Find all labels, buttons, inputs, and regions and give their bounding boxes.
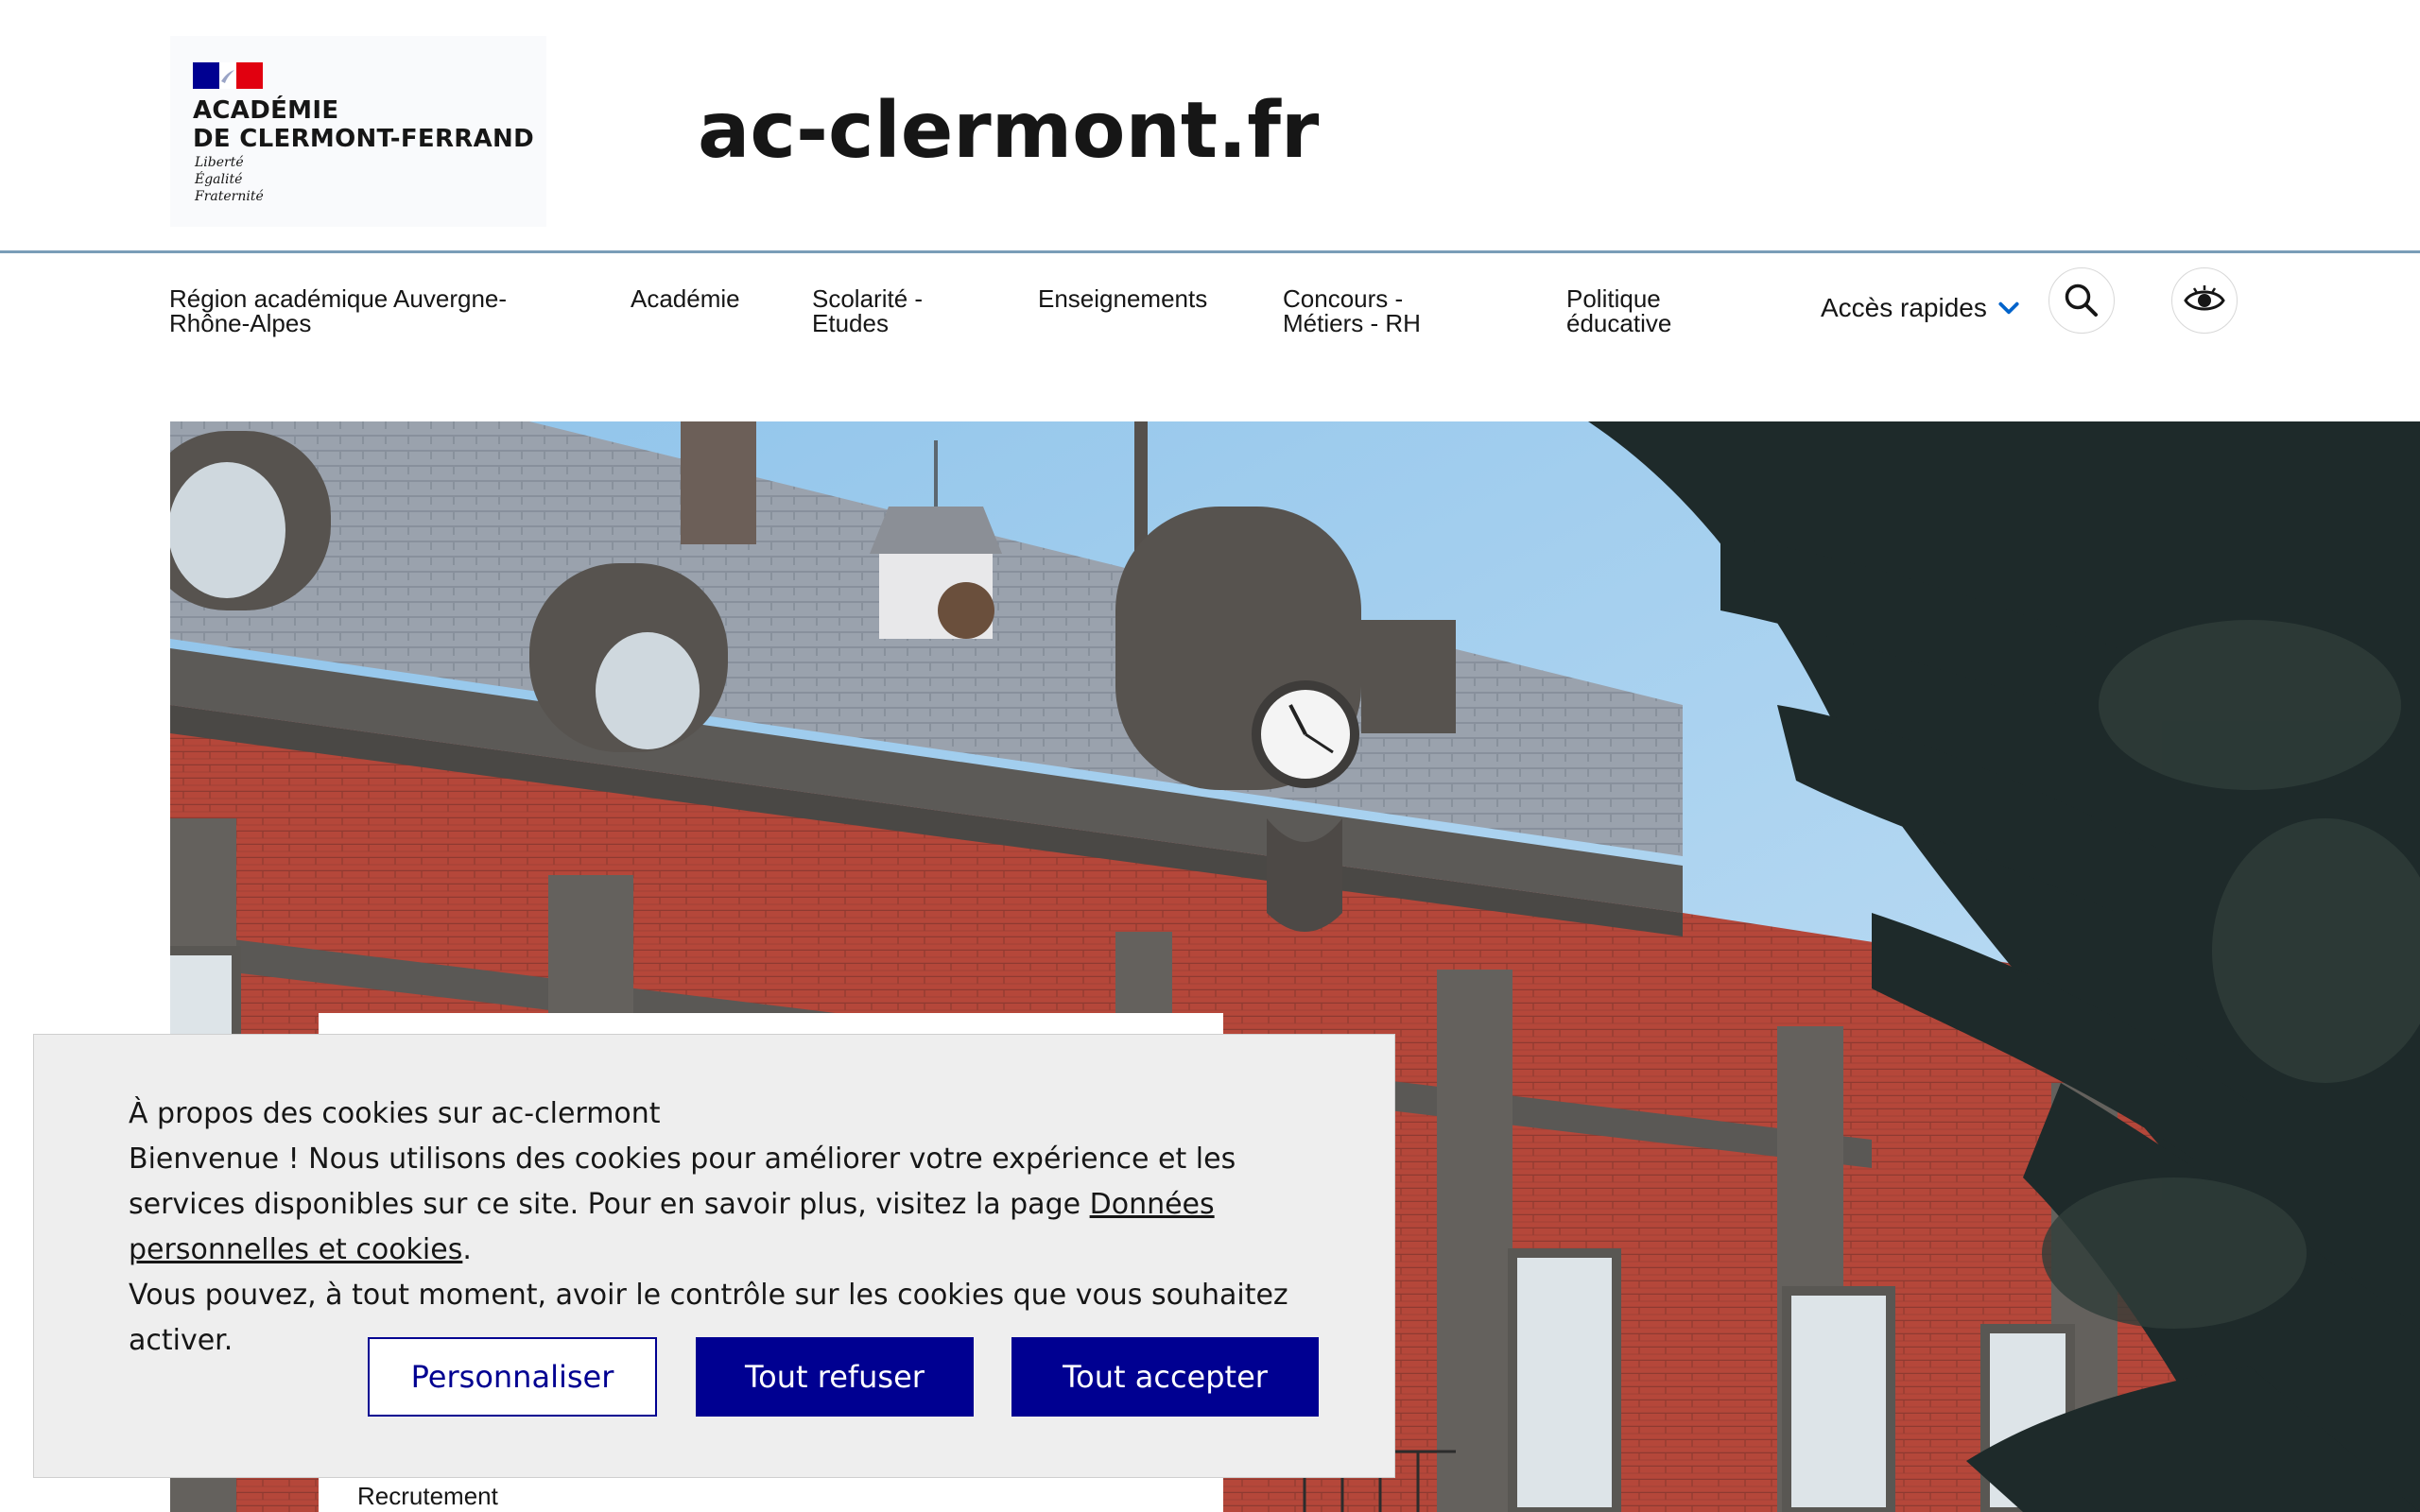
french-flag-icon <box>193 62 263 89</box>
academy-logo[interactable]: ACADÉMIE DE CLERMONT-FERRAND Liberté Éga… <box>170 36 546 227</box>
academy-name-line2: DE CLERMONT-FERRAND <box>193 125 534 153</box>
republic-motto: Liberté Égalité Fraternité <box>195 154 264 205</box>
cookie-body-text: Bienvenue ! Nous utilisons des cookies p… <box>129 1143 1236 1221</box>
site-header: ACADÉMIE DE CLERMONT-FERRAND Liberté Éga… <box>0 0 2420 253</box>
motto-egalite: Égalité <box>195 172 243 187</box>
cookie-banner-body: Bienvenue ! Nous utilisons des cookies p… <box>129 1137 1320 1273</box>
nav-item-label: Région académique Auvergne- <box>169 284 508 313</box>
nav-item-politique[interactable]: Politique éducative <box>1566 286 1671 335</box>
customize-cookies-button[interactable]: Personnaliser <box>368 1337 657 1417</box>
nav-item-label: Académie <box>631 284 740 313</box>
academy-name: ACADÉMIE DE CLERMONT-FERRAND <box>193 96 534 153</box>
cookie-body-punct: . <box>462 1233 472 1266</box>
quick-access-menu[interactable]: Accès rapides <box>1821 294 2021 322</box>
nav-item-label: Etudes <box>812 309 889 337</box>
quick-access-label: Accès rapides <box>1821 293 1987 322</box>
cookie-banner-text: À propos des cookies sur ac-clermont Bie… <box>129 1091 1320 1364</box>
nav-item-concours[interactable]: Concours - Métiers - RH <box>1283 286 1421 335</box>
search-icon <box>2065 284 2098 317</box>
cookie-banner-title: À propos des cookies sur ac-clermont <box>129 1097 661 1130</box>
motto-fraternite: Fraternité <box>195 189 264 204</box>
nav-item-enseignements[interactable]: Enseignements <box>1038 286 1207 311</box>
nav-item-label: Scolarité - <box>812 284 924 313</box>
refuse-all-cookies-button[interactable]: Tout refuser <box>696 1337 974 1417</box>
nav-item-region[interactable]: Région académique Auvergne- Rhône-Alpes <box>169 286 507 335</box>
eye-icon <box>2184 285 2225 311</box>
nav-item-scolarite[interactable]: Scolarité - Etudes <box>812 286 923 335</box>
nav-item-label: Concours - <box>1283 284 1404 313</box>
nav-item-academie[interactable]: Académie <box>631 286 740 311</box>
nav-item-label: Politique <box>1566 284 1661 313</box>
nav-item-label: Enseignements <box>1038 284 1208 313</box>
recruitment-link[interactable]: Recrutement <box>357 1482 498 1510</box>
accept-all-cookies-button[interactable]: Tout accepter <box>1011 1337 1319 1417</box>
nav-item-label: Rhône-Alpes <box>169 309 312 337</box>
search-button[interactable] <box>2048 267 2115 334</box>
chevron-down-icon <box>1998 301 2019 315</box>
nav-item-label: Métiers - RH <box>1283 309 1421 337</box>
motto-liberte: Liberté <box>195 155 244 170</box>
display-settings-button[interactable] <box>2171 267 2238 334</box>
nav-item-label: éducative <box>1566 309 1672 337</box>
cookie-consent-banner: À propos des cookies sur ac-clermont Bie… <box>33 1034 1395 1478</box>
site-title[interactable]: ac-clermont.fr <box>698 87 1319 176</box>
main-navigation: Région académique Auvergne- Rhône-Alpes … <box>0 256 2420 421</box>
academy-name-line1: ACADÉMIE <box>193 96 339 125</box>
